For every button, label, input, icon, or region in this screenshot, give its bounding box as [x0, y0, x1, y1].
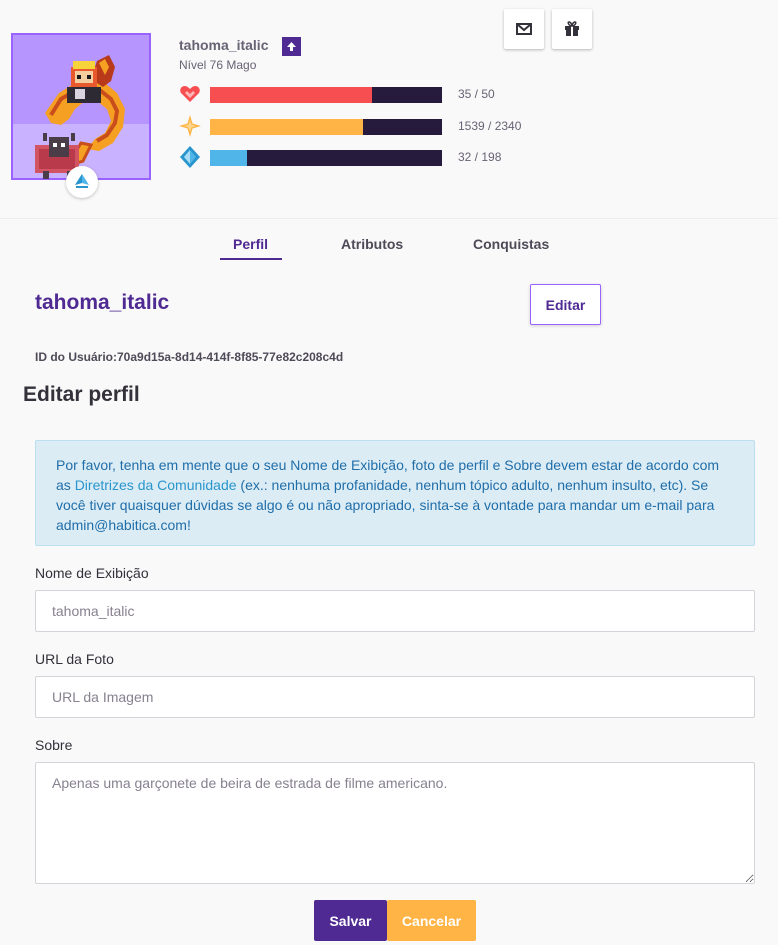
photo-url-input[interactable] [35, 676, 755, 718]
community-guidelines-alert: Por favor, tenha em mente que o seu Nome… [35, 440, 755, 546]
save-button[interactable]: Salvar [314, 900, 387, 941]
mana-value: 32 / 198 [458, 150, 502, 164]
mana-bar-fill [210, 150, 248, 166]
profile-display-name: tahoma_italic [35, 291, 170, 314]
mage-class-icon [66, 166, 98, 198]
tab-conquistas[interactable]: Conquistas [473, 236, 549, 252]
diamond-icon [180, 146, 200, 168]
experience-bar [210, 119, 442, 135]
user-id: ID do Usuário:70a9d15a-8d14-414f-8f85-77… [35, 350, 344, 364]
avatar-sprite [35, 55, 125, 179]
star-icon [179, 115, 201, 137]
heart-icon [180, 86, 200, 102]
mana-stat: 32 / 198 [179, 146, 539, 168]
health-bar-fill [210, 87, 373, 103]
about-label: Sobre [35, 737, 73, 753]
header-username: tahoma_italic [179, 37, 269, 53]
about-textarea[interactable] [35, 762, 755, 884]
level-text: Nível 76 Mago [179, 58, 257, 72]
community-guidelines-link[interactable]: Diretrizes da Comunidade [75, 477, 237, 493]
health-stat: 35 / 50 [179, 83, 539, 105]
tab-perfil[interactable]: Perfil [233, 236, 268, 252]
profile-header: tahoma_italic Nível 76 Mago 35 / 50 1539… [0, 0, 778, 219]
photo-url-label: URL da Foto [35, 651, 114, 667]
display-name-input[interactable] [35, 590, 755, 632]
level-up-icon[interactable] [282, 37, 301, 56]
experience-bar-fill [210, 119, 363, 135]
mana-bar [210, 150, 442, 166]
alert-text-end: ! [186, 517, 191, 533]
health-bar [210, 87, 442, 103]
envelope-icon [516, 23, 532, 35]
experience-stat: 1539 / 2340 [179, 115, 539, 137]
active-tab-indicator [220, 258, 282, 260]
cancel-button[interactable]: Cancelar [387, 900, 476, 941]
edit-profile-button[interactable]: Editar [530, 284, 601, 325]
tab-atributos[interactable]: Atributos [341, 236, 403, 252]
gift-icon [565, 21, 579, 36]
edit-profile-title: Editar perfil [23, 383, 140, 406]
avatar[interactable] [11, 33, 151, 198]
gift-button[interactable] [552, 9, 592, 49]
admin-email: admin@habitica.com [56, 517, 187, 533]
health-value: 35 / 50 [458, 87, 495, 101]
message-button[interactable] [504, 9, 544, 49]
experience-value: 1539 / 2340 [458, 119, 522, 133]
display-name-label: Nome de Exibição [35, 565, 149, 581]
